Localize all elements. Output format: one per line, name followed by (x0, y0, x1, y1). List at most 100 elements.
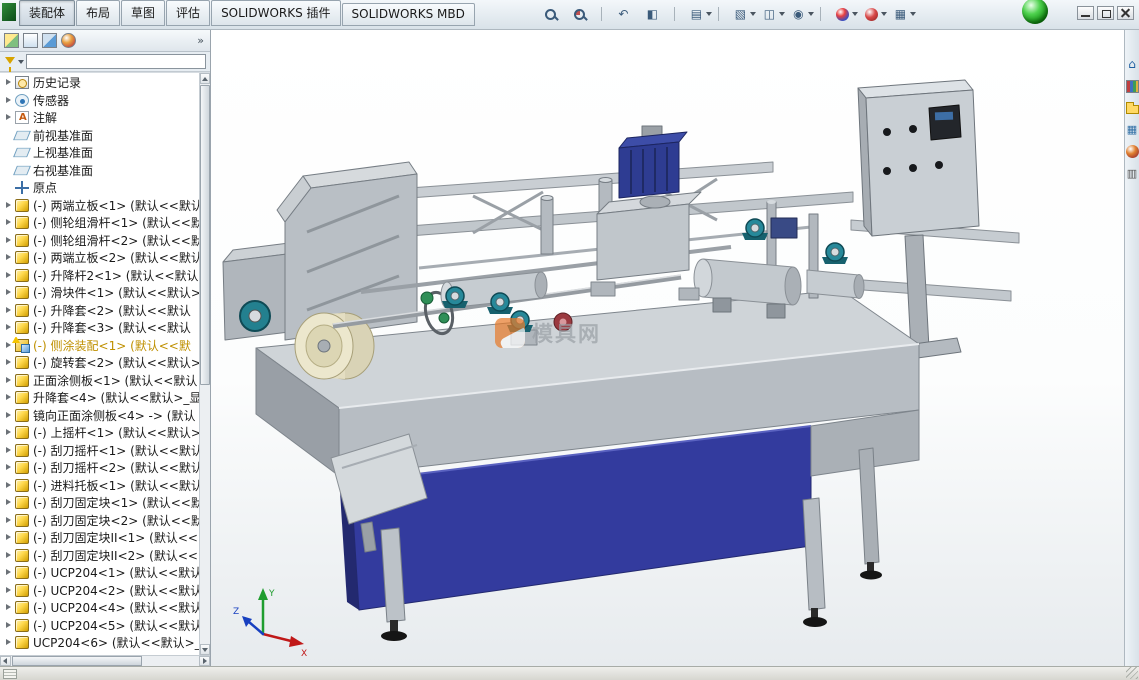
expand-arrow-icon[interactable] (4, 568, 13, 577)
tree-item[interactable]: (-) 刮刀固定块<2> (默认<<默 (0, 512, 199, 530)
minimize-button[interactable] (1077, 6, 1094, 20)
tree-item[interactable]: (-) 侧轮组滑杆<1> (默认<<默 (0, 214, 199, 232)
tree-item[interactable]: (-) 刮刀固定块II<2> (默认<< (0, 547, 199, 565)
custom-properties-icon[interactable] (1126, 167, 1139, 180)
expand-arrow-icon[interactable] (4, 586, 13, 595)
command-tab[interactable]: 草图 (121, 0, 165, 26)
tree-item[interactable]: (-) 滑块件<1> (默认<<默认> (0, 284, 199, 302)
tree-item[interactable]: (-) 上摇杆<1> (默认<<默认> (0, 424, 199, 442)
tree-item[interactable]: 注解 (0, 109, 199, 127)
propertymanager-tab[interactable] (23, 33, 38, 48)
appearances-icon[interactable] (1126, 145, 1139, 158)
expand-arrow-icon[interactable] (4, 253, 13, 262)
zoom-to-area-button[interactable] (570, 4, 597, 24)
previous-view-button[interactable] (614, 4, 641, 24)
dynamic-annotation-views-button[interactable] (687, 4, 714, 24)
expand-arrow-icon[interactable] (4, 288, 13, 297)
expand-arrow-icon[interactable] (4, 271, 13, 280)
tree-item[interactable]: (-) UCP204<4> (默认<<默认 (0, 599, 199, 617)
expand-arrow-icon[interactable] (4, 463, 13, 472)
expand-arrow-icon[interactable] (4, 411, 13, 420)
close-button[interactable] (1117, 6, 1134, 20)
tree-item[interactable]: UCP204<6> (默认<<默认>_ (0, 634, 199, 652)
tree-item[interactable]: (-) 刮刀固定块<1> (默认<<默 (0, 494, 199, 512)
filter-funnel-ic[interactable] (5, 57, 15, 64)
view-palette-icon[interactable] (1126, 123, 1139, 136)
tree-item[interactable]: (-) UCP204<1> (默认<<默认 (0, 564, 199, 582)
tree-item[interactable]: 正面涂侧板<1> (默认<<默认 (0, 372, 199, 390)
tree-item[interactable]: 传感器 (0, 92, 199, 110)
tree-item[interactable]: (-) 刮刀固定块II<1> (默认<< (0, 529, 199, 547)
tree-item[interactable]: 原点 (0, 179, 199, 197)
expand-arrow-icon[interactable] (4, 323, 13, 332)
command-tab[interactable]: SOLIDWORKS 插件 (211, 0, 340, 26)
tree-item[interactable]: 镜向正面涂侧板<4> -> (默认 (0, 407, 199, 425)
command-tab[interactable]: SOLIDWORKS MBD (342, 3, 475, 26)
view-settings-button[interactable] (891, 4, 918, 24)
command-tab[interactable]: 评估 (166, 0, 210, 26)
tree-filter-input[interactable] (26, 54, 206, 69)
expand-arrow-icon[interactable] (4, 481, 13, 490)
tree-item[interactable]: (-) 侧涂装配<1> (默认<<默 (0, 337, 199, 355)
tree-item[interactable]: (-) UCP204<2> (默认<<默认 (0, 582, 199, 600)
edit-appearance-button[interactable] (833, 4, 860, 24)
expand-arrow-icon[interactable] (4, 201, 13, 210)
expand-arrow-icon[interactable] (4, 621, 13, 630)
expand-arrow-icon[interactable] (4, 603, 13, 612)
status-menu-icon[interactable] (3, 669, 17, 679)
hide-show-items-button[interactable] (789, 4, 816, 24)
tree-item[interactable]: (-) 刮刀摇杆<2> (默认<<默认 (0, 459, 199, 477)
scrollbar-thumb[interactable] (12, 656, 142, 666)
tree-horizontal-scrollbar[interactable] (0, 655, 210, 666)
tree-item[interactable]: 右视基准面 (0, 162, 199, 180)
scroll-left-button[interactable] (0, 656, 11, 666)
scrollbar-thumb[interactable] (200, 85, 210, 385)
tree-item[interactable]: (-) 升降套<2> (默认<<默认 (0, 302, 199, 320)
tree-item[interactable]: (-) 两端立板<2> (默认<<默认 (0, 249, 199, 267)
tree-item[interactable]: 历史记录 (0, 74, 199, 92)
expand-arrow-icon[interactable] (4, 113, 13, 122)
tree-item[interactable]: 上视基准面 (0, 144, 199, 162)
tree-item[interactable]: (-) 旋转套<2> (默认<<默认> (0, 354, 199, 372)
scroll-right-button[interactable] (199, 656, 210, 666)
tree-item[interactable]: 升降套<4> (默认<<默认>_显 (0, 389, 199, 407)
view-orientation-button[interactable] (731, 4, 758, 24)
tree-item[interactable]: (-) 升降套<3> (默认<<默认 (0, 319, 199, 337)
machine-3d-model[interactable]: Y X Z (211, 30, 1124, 666)
scroll-up-button[interactable] (200, 73, 210, 84)
displaymanager-tab[interactable] (61, 33, 76, 48)
expand-arrow-icon[interactable] (4, 218, 13, 227)
tree-item[interactable]: (-) 升降杆2<1> (默认<<默认 (0, 267, 199, 285)
expand-arrow-icon[interactable] (4, 78, 13, 87)
expand-arrow-icon[interactable] (4, 638, 13, 647)
resize-grip[interactable] (1126, 667, 1138, 679)
graphics-area[interactable]: Y X Z 模具网 (211, 30, 1124, 666)
expand-arrow-icon[interactable] (4, 358, 13, 367)
expand-arrow-icon[interactable] (4, 393, 13, 402)
tree-item[interactable]: (-) 刮刀摇杆<1> (默认<<默认 (0, 442, 199, 460)
display-style-button[interactable] (760, 4, 787, 24)
tree-item[interactable]: (-) 侧轮组滑杆<2> (默认<<默 (0, 232, 199, 250)
file-explorer-icon[interactable] (1126, 105, 1139, 114)
apply-scene-button[interactable] (862, 4, 889, 24)
section-view-button[interactable] (643, 4, 670, 24)
expand-arrow-icon[interactable] (4, 498, 13, 507)
tree-item[interactable]: (-) 两端立板<1> (默认<<默认 (0, 197, 199, 215)
tree-item[interactable]: (-) UCP204<5> (默认<<默认 (0, 617, 199, 635)
scroll-down-button[interactable] (200, 644, 210, 655)
featuremanager-tab[interactable] (4, 33, 19, 48)
solidworks-resources-icon[interactable] (1126, 58, 1139, 71)
expand-arrow-icon[interactable] (4, 446, 13, 455)
expand-arrow-icon[interactable] (4, 96, 13, 105)
tree-item[interactable]: 前视基准面 (0, 127, 199, 145)
panel-overflow-chevron[interactable]: » (193, 34, 208, 47)
expand-arrow-icon[interactable] (4, 376, 13, 385)
expand-arrow-icon[interactable] (4, 428, 13, 437)
expand-arrow-icon[interactable] (4, 533, 13, 542)
filter-caret-icon[interactable] (18, 60, 24, 64)
tree-vertical-scrollbar[interactable] (199, 73, 210, 655)
design-library-icon[interactable] (1126, 80, 1139, 93)
configurationmanager-tab[interactable] (42, 33, 57, 48)
command-tab[interactable]: 装配体 (19, 0, 75, 26)
zoom-to-fit-button[interactable] (541, 4, 568, 24)
